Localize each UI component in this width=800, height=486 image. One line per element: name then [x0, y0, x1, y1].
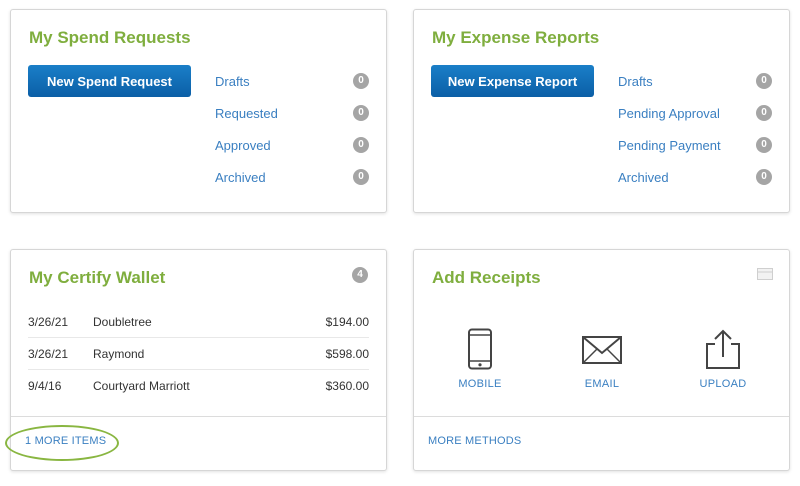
upload-icon [683, 328, 763, 370]
card-footer: MORE METHODS [414, 416, 789, 470]
status-link-requested[interactable]: Requested [215, 106, 278, 121]
add-receipts-card: Add Receipts MOBILE EMAIL UPLOAD MORE ME… [413, 249, 790, 471]
new-spend-request-button[interactable]: New Spend Request [28, 65, 191, 97]
method-label: MOBILE [458, 378, 502, 390]
count-badge: 0 [756, 137, 772, 153]
status-link-archived[interactable]: Archived [618, 170, 669, 185]
wallet-amount: $598.00 [325, 346, 369, 361]
status-row-archived: Archived 0 [618, 161, 772, 193]
status-link-drafts[interactable]: Drafts [215, 74, 250, 89]
status-row-pending-payment: Pending Payment 0 [618, 129, 772, 161]
expense-status-list: Drafts 0 Pending Approval 0 Pending Paym… [618, 65, 772, 193]
upload-receipt-option[interactable]: UPLOAD [683, 328, 763, 390]
wallet-date: 3/26/21 [28, 314, 69, 329]
count-badge: 0 [353, 73, 369, 89]
more-methods-link[interactable]: MORE METHODS [428, 435, 521, 447]
card-toggle-icon[interactable] [757, 267, 773, 285]
method-label: UPLOAD [699, 378, 747, 390]
count-badge: 0 [756, 169, 772, 185]
email-receipt-option[interactable]: EMAIL [562, 328, 642, 390]
count-badge: 0 [353, 105, 369, 121]
card-title: Add Receipts [432, 268, 541, 287]
status-link-pending-approval[interactable]: Pending Approval [618, 106, 720, 121]
wallet-merchant: Courtyard Marriott [93, 378, 190, 393]
wallet-list: 3/26/21 Doubletree $194.00 3/26/21 Raymo… [28, 306, 369, 401]
certify-wallet-card: My Certify Wallet 4 3/26/21 Doubletree $… [10, 249, 387, 471]
status-link-drafts[interactable]: Drafts [618, 74, 653, 89]
count-badge: 0 [756, 73, 772, 89]
wallet-date: 3/26/21 [28, 346, 69, 361]
card-title: My Certify Wallet [29, 268, 166, 287]
new-expense-report-button[interactable]: New Expense Report [431, 65, 594, 97]
more-items-link[interactable]: 1 MORE ITEMS [25, 435, 106, 447]
wallet-count-badge: 4 [352, 267, 368, 283]
status-link-archived[interactable]: Archived [215, 170, 266, 185]
card-title: My Expense Reports [432, 28, 600, 47]
spend-status-list: Drafts 0 Requested 0 Approved 0 Archived… [215, 65, 369, 193]
status-row-drafts: Drafts 0 [215, 65, 369, 97]
count-badge: 0 [353, 137, 369, 153]
status-row-drafts: Drafts 0 [618, 65, 772, 97]
wallet-date: 9/4/16 [28, 378, 62, 393]
status-row-requested: Requested 0 [215, 97, 369, 129]
status-row-archived: Archived 0 [215, 161, 369, 193]
wallet-row[interactable]: 3/26/21 Raymond $598.00 [28, 338, 369, 370]
card-footer: 1 MORE ITEMS [11, 416, 386, 470]
envelope-icon [562, 328, 642, 370]
wallet-amount: $360.00 [325, 378, 369, 393]
wallet-merchant: Raymond [93, 346, 145, 361]
spend-requests-card: My Spend Requests New Spend Request Draf… [10, 9, 387, 213]
count-badge: 0 [756, 105, 772, 121]
status-link-approved[interactable]: Approved [215, 138, 271, 153]
wallet-row[interactable]: 3/26/21 Doubletree $194.00 [28, 306, 369, 338]
card-title: My Spend Requests [29, 28, 191, 47]
status-row-pending-approval: Pending Approval 0 [618, 97, 772, 129]
status-link-pending-payment[interactable]: Pending Payment [618, 138, 721, 153]
expense-reports-card: My Expense Reports New Expense Report Dr… [413, 9, 790, 213]
count-badge: 0 [353, 169, 369, 185]
mobile-phone-icon [440, 328, 520, 370]
wallet-row[interactable]: 9/4/16 Courtyard Marriott $360.00 [28, 370, 369, 401]
status-row-approved: Approved 0 [215, 129, 369, 161]
mobile-receipt-option[interactable]: MOBILE [440, 328, 520, 390]
wallet-amount: $194.00 [325, 314, 369, 329]
wallet-merchant: Doubletree [93, 314, 152, 329]
method-label: EMAIL [584, 378, 620, 390]
